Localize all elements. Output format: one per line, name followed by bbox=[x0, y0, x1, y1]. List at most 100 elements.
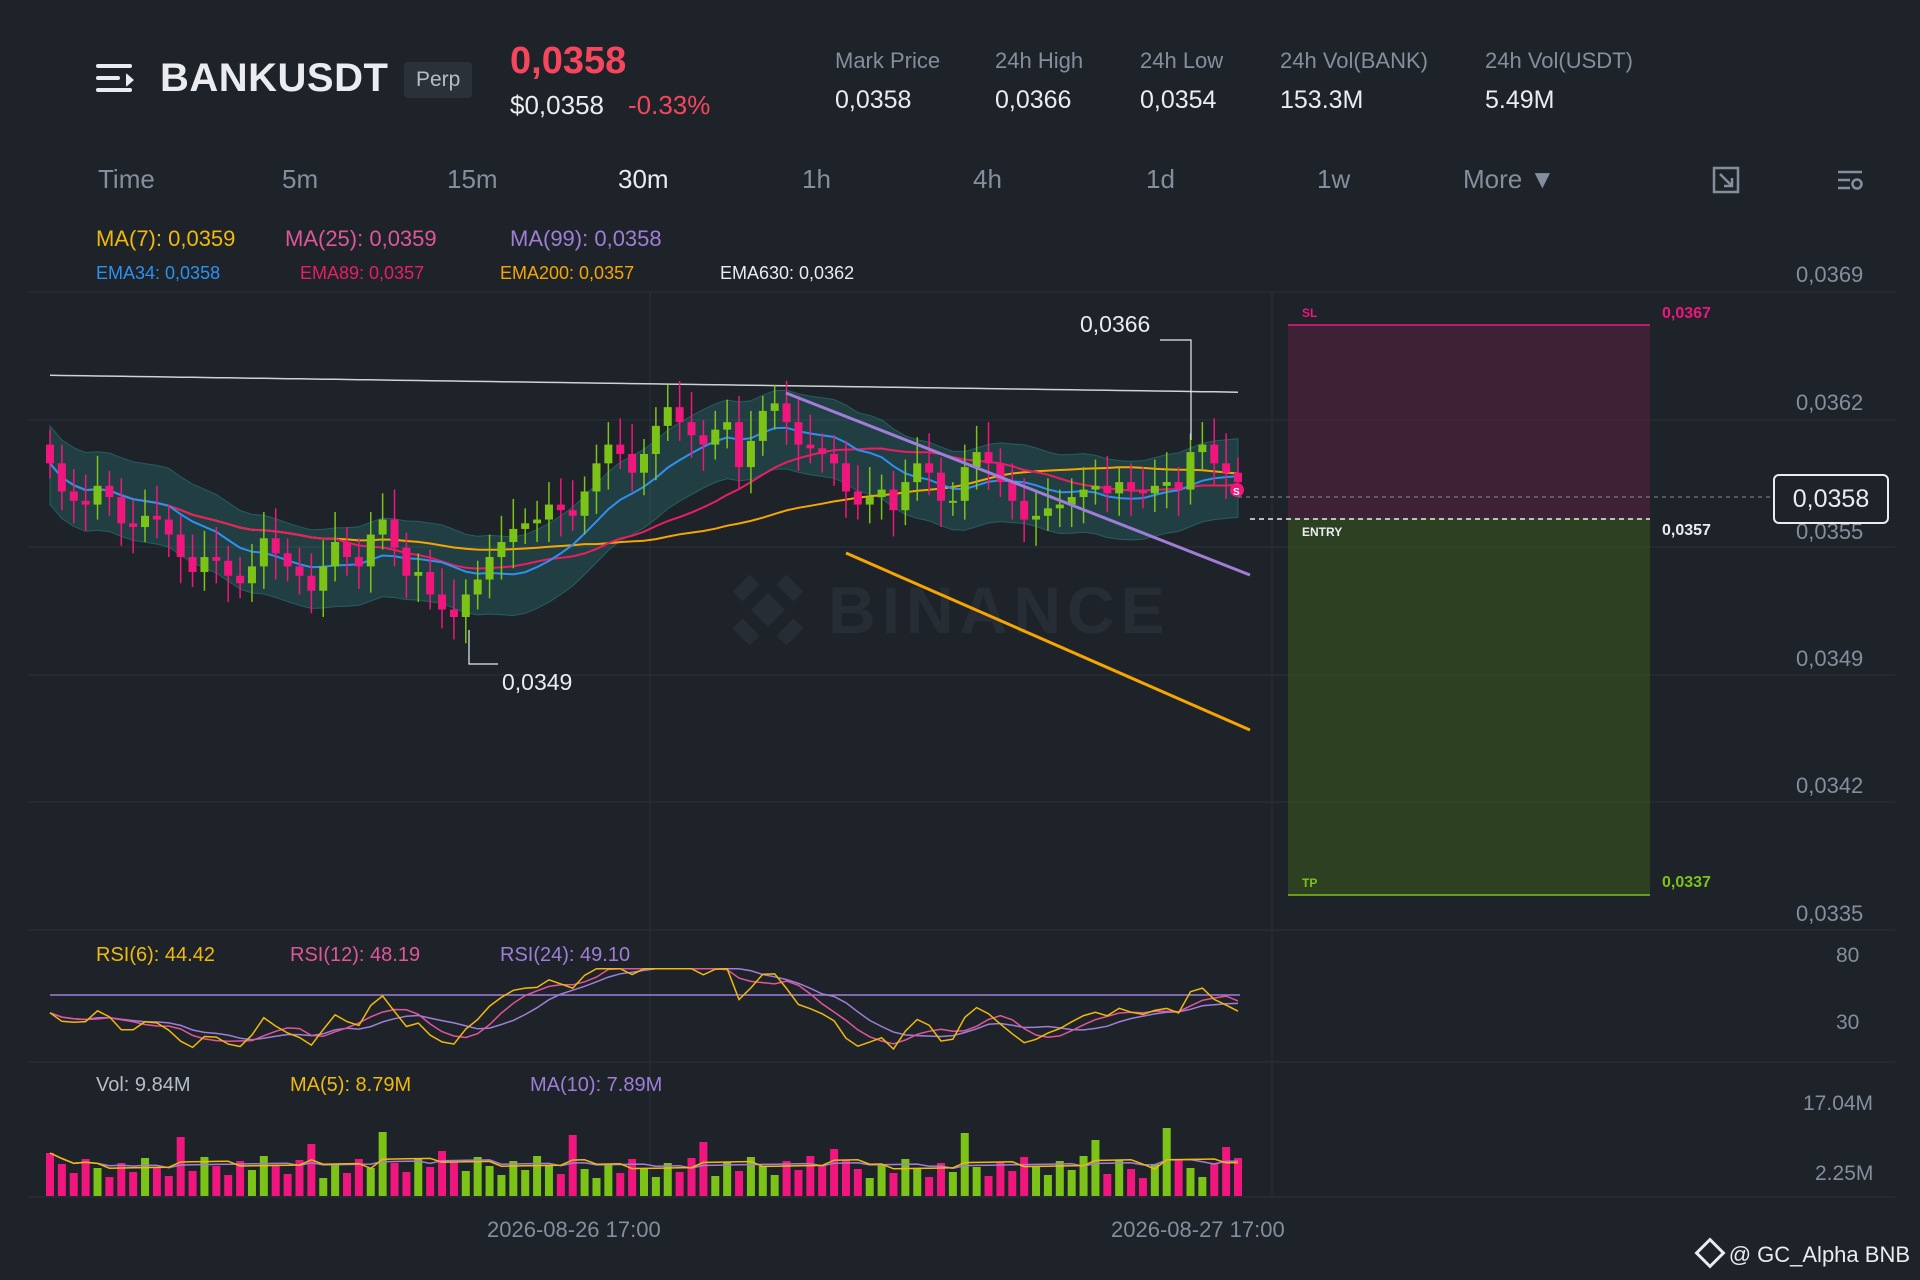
candle[interactable] bbox=[853, 491, 862, 505]
candle[interactable] bbox=[616, 444, 625, 454]
candle[interactable] bbox=[69, 491, 78, 501]
candle[interactable] bbox=[628, 453, 637, 473]
candle[interactable] bbox=[247, 566, 256, 584]
candlestick-chart[interactable]: BINANCE 0,0366 0,0349 S SL 0,0367 ENTRY … bbox=[0, 0, 1920, 1280]
candle[interactable] bbox=[497, 542, 506, 558]
candle[interactable] bbox=[889, 489, 898, 511]
candle[interactable] bbox=[592, 463, 601, 492]
candle[interactable] bbox=[1008, 482, 1017, 501]
candle[interactable] bbox=[46, 444, 54, 464]
candle[interactable] bbox=[556, 504, 565, 511]
candle[interactable] bbox=[1174, 482, 1183, 490]
candle[interactable] bbox=[378, 519, 387, 535]
candle[interactable] bbox=[319, 566, 328, 591]
candle[interactable] bbox=[1043, 508, 1052, 516]
candle[interactable] bbox=[1198, 444, 1207, 453]
candle[interactable] bbox=[390, 519, 399, 548]
candle[interactable] bbox=[81, 500, 90, 505]
candle[interactable] bbox=[735, 422, 744, 468]
candle[interactable] bbox=[343, 542, 351, 558]
candle[interactable] bbox=[105, 485, 114, 498]
candle[interactable] bbox=[1103, 485, 1112, 494]
candle[interactable] bbox=[984, 452, 993, 464]
candle[interactable] bbox=[1091, 485, 1100, 490]
candle[interactable] bbox=[152, 515, 161, 520]
candle[interactable] bbox=[758, 410, 767, 441]
candle[interactable] bbox=[687, 422, 696, 436]
candle[interactable] bbox=[117, 497, 126, 524]
candle[interactable] bbox=[651, 425, 660, 454]
stop-loss-zone[interactable] bbox=[1288, 325, 1650, 518]
candle[interactable] bbox=[782, 403, 791, 423]
candle[interactable] bbox=[485, 557, 494, 580]
candle[interactable] bbox=[794, 422, 803, 445]
candle[interactable] bbox=[937, 472, 945, 501]
candle[interactable] bbox=[509, 528, 518, 543]
candle[interactable] bbox=[568, 510, 577, 516]
candle[interactable] bbox=[865, 497, 874, 505]
candle[interactable] bbox=[295, 566, 304, 576]
candle[interactable] bbox=[663, 407, 672, 426]
candle[interactable] bbox=[533, 519, 542, 524]
candle[interactable] bbox=[877, 489, 886, 498]
candle[interactable] bbox=[224, 560, 233, 576]
candle[interactable] bbox=[331, 542, 340, 567]
candle[interactable] bbox=[1055, 504, 1064, 509]
candle[interactable] bbox=[699, 435, 708, 445]
candle[interactable] bbox=[473, 579, 482, 595]
candle[interactable] bbox=[1162, 482, 1171, 486]
candle[interactable] bbox=[580, 491, 589, 516]
candle[interactable] bbox=[711, 429, 720, 445]
candle[interactable] bbox=[141, 515, 150, 528]
candle[interactable] bbox=[604, 444, 613, 464]
candle[interactable] bbox=[723, 422, 732, 430]
candle[interactable] bbox=[1138, 489, 1147, 494]
candle[interactable] bbox=[212, 557, 221, 561]
candle[interactable] bbox=[948, 500, 957, 503]
candle[interactable] bbox=[236, 575, 245, 584]
candle[interactable] bbox=[1115, 482, 1124, 494]
candle[interactable] bbox=[271, 538, 280, 554]
candle[interactable] bbox=[544, 504, 553, 520]
candle[interactable] bbox=[259, 538, 268, 567]
candle[interactable] bbox=[188, 557, 197, 573]
candle[interactable] bbox=[366, 534, 375, 567]
candle[interactable] bbox=[972, 452, 981, 468]
candle[interactable] bbox=[1020, 500, 1029, 520]
candle[interactable] bbox=[1222, 463, 1231, 473]
candle[interactable] bbox=[841, 463, 850, 492]
candle[interactable] bbox=[164, 519, 173, 535]
candle[interactable] bbox=[449, 609, 458, 617]
candle[interactable] bbox=[57, 463, 66, 492]
candle[interactable] bbox=[176, 534, 185, 558]
take-profit-zone[interactable] bbox=[1288, 518, 1650, 895]
candle[interactable] bbox=[414, 572, 423, 576]
candle[interactable] bbox=[402, 547, 411, 576]
candle[interactable] bbox=[1127, 482, 1136, 490]
candle[interactable] bbox=[438, 594, 447, 610]
candle[interactable] bbox=[913, 463, 922, 483]
candle[interactable] bbox=[1234, 472, 1242, 483]
candle[interactable] bbox=[283, 553, 292, 567]
candle[interactable] bbox=[1150, 485, 1159, 494]
candle[interactable] bbox=[307, 575, 316, 591]
candle[interactable] bbox=[901, 482, 910, 511]
candle[interactable] bbox=[640, 453, 648, 473]
candle[interactable] bbox=[1186, 452, 1195, 490]
candle[interactable] bbox=[1032, 515, 1041, 520]
candle[interactable] bbox=[806, 444, 815, 449]
candle[interactable] bbox=[521, 523, 530, 529]
candle[interactable] bbox=[1210, 444, 1219, 464]
candle[interactable] bbox=[129, 523, 138, 528]
candle[interactable] bbox=[426, 572, 435, 595]
candle[interactable] bbox=[200, 557, 209, 573]
candle[interactable] bbox=[960, 467, 969, 501]
candle[interactable] bbox=[770, 403, 779, 411]
candle[interactable] bbox=[1079, 489, 1088, 498]
candle[interactable] bbox=[925, 463, 934, 473]
candle[interactable] bbox=[746, 440, 755, 468]
candle[interactable] bbox=[461, 594, 470, 617]
candle[interactable] bbox=[93, 485, 102, 505]
candle[interactable] bbox=[354, 557, 363, 567]
candle[interactable] bbox=[818, 448, 827, 454]
